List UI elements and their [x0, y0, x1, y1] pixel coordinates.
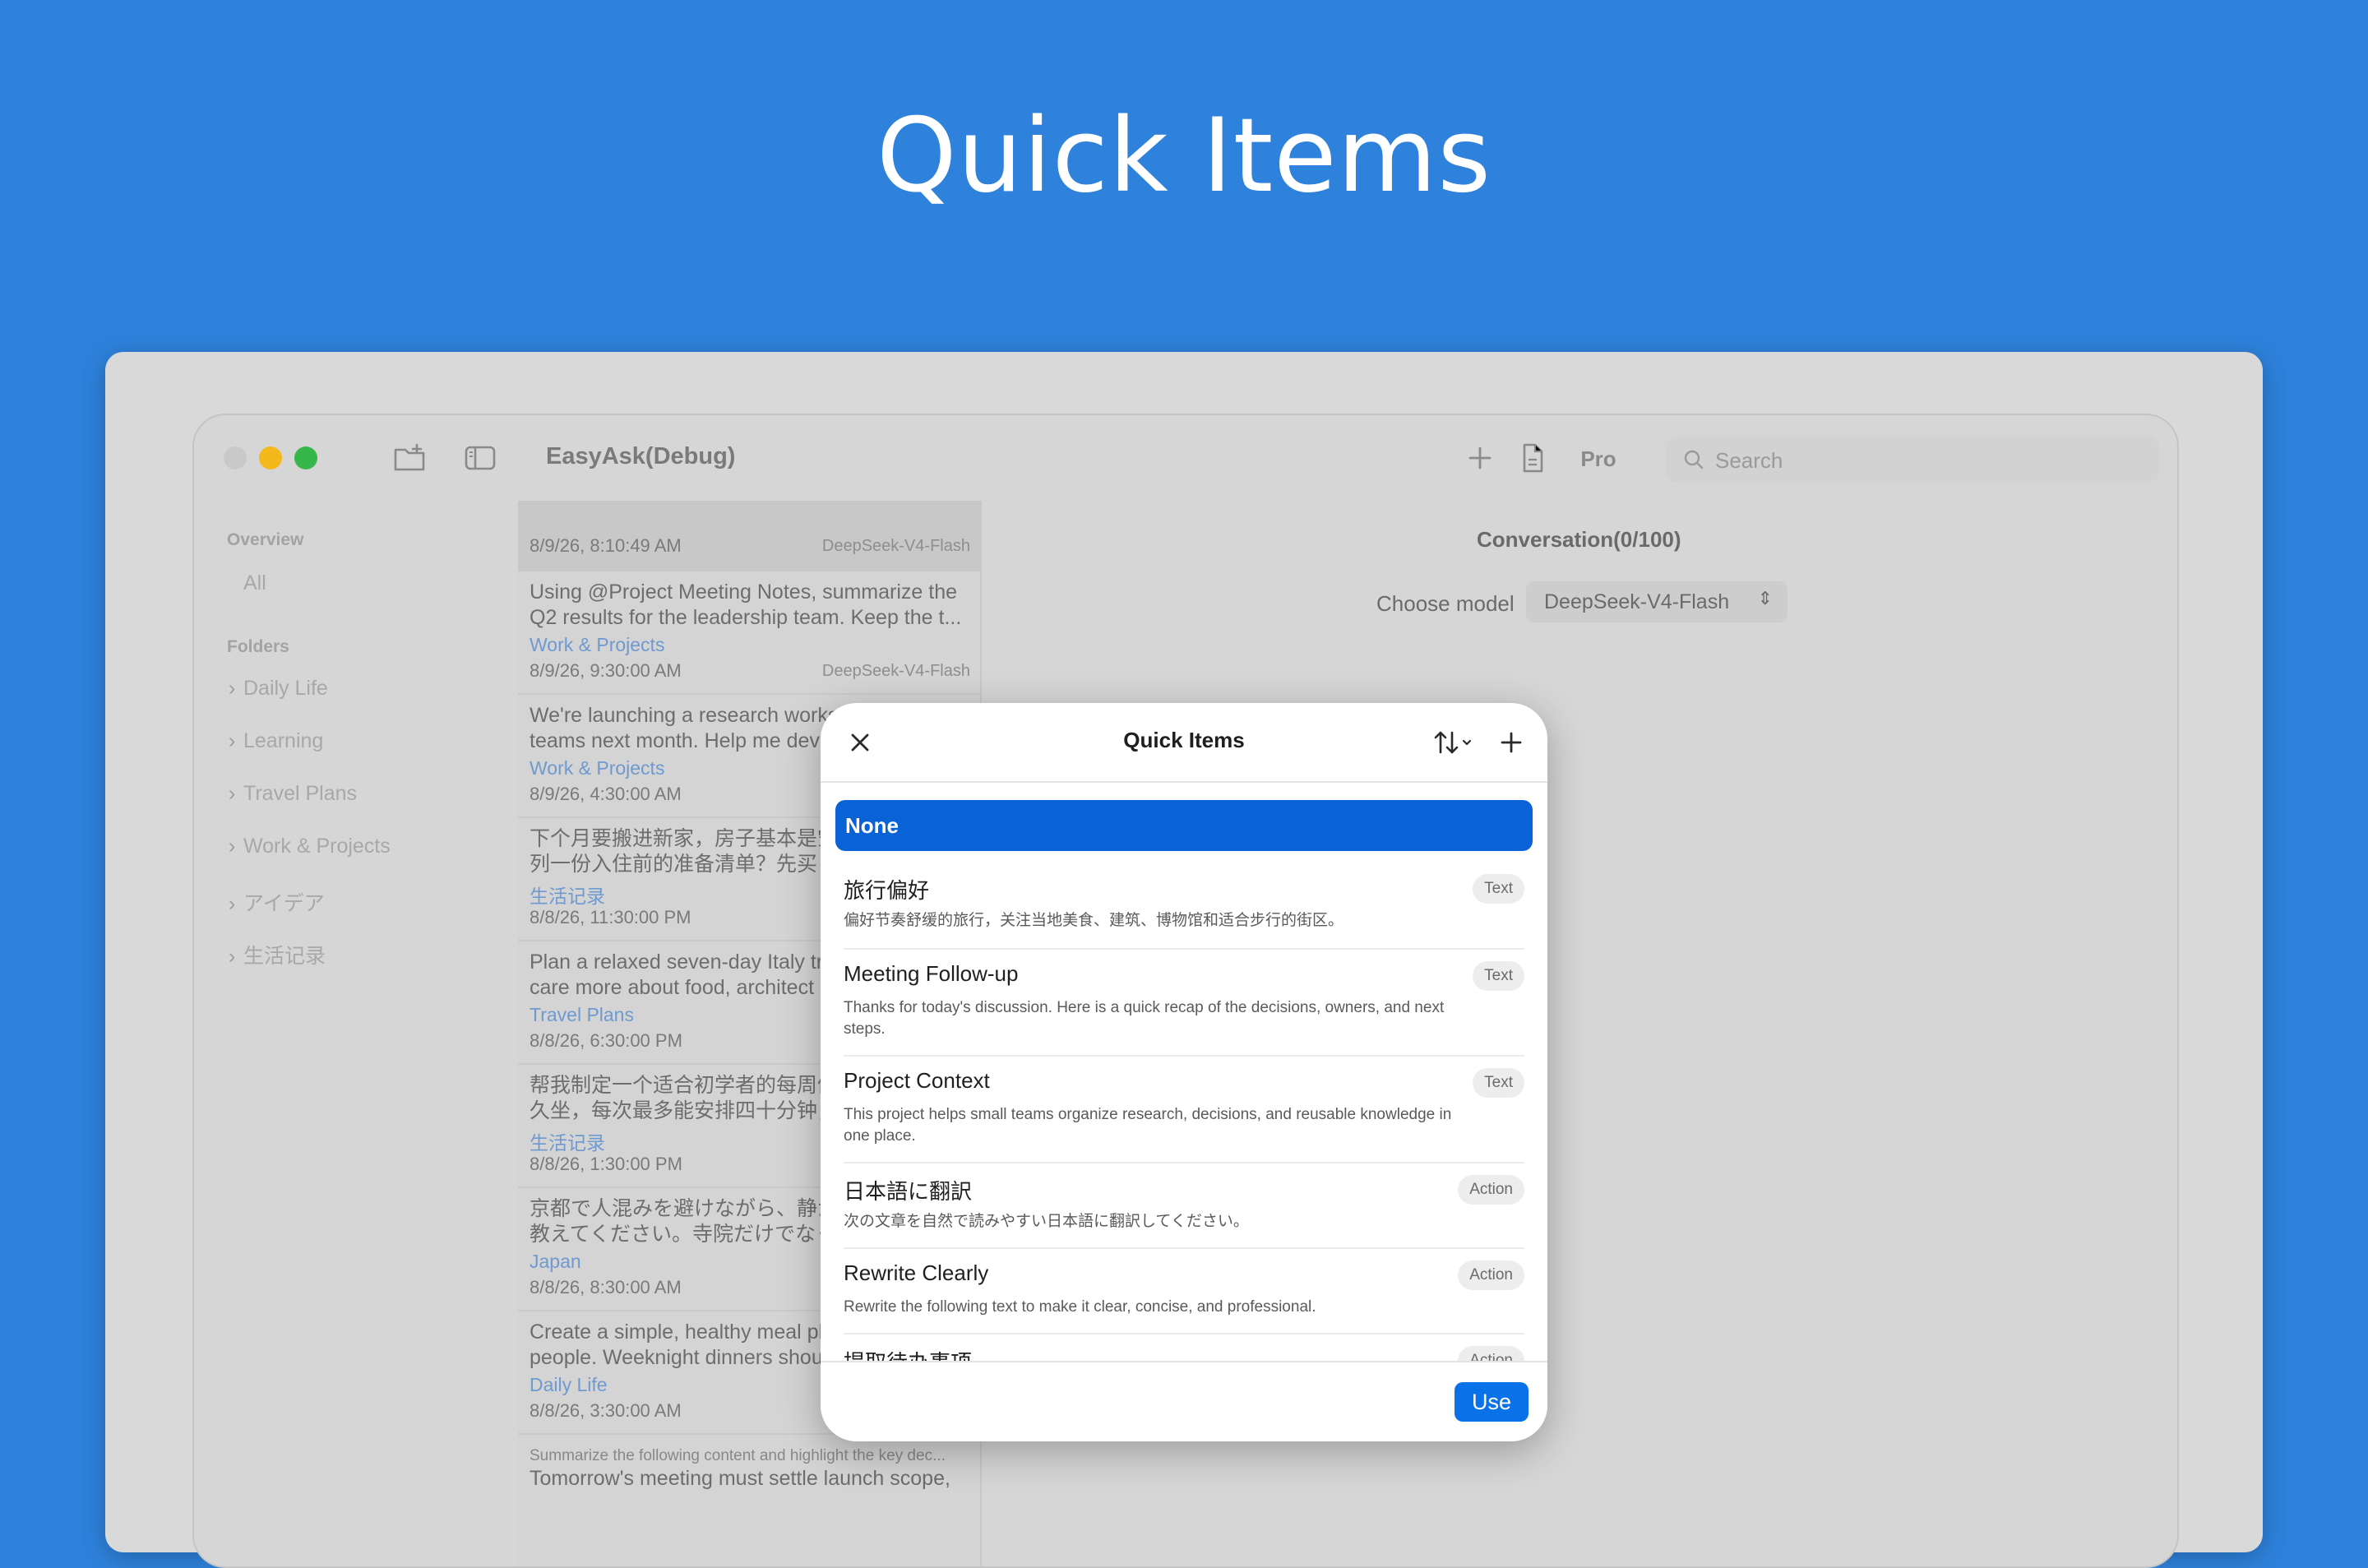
sidebar-folder-life-records[interactable]: › 生活记录: [229, 940, 326, 969]
quick-item-type-badge: Text: [1473, 874, 1524, 904]
zoom-window-button[interactable]: [294, 446, 317, 469]
quick-item-type-badge: Text: [1473, 1068, 1524, 1098]
quick-item-type-badge: Text: [1473, 961, 1524, 991]
quick-item[interactable]: Rewrite Clearly Action Rewrite the follo…: [844, 1249, 1524, 1334]
close-window-button[interactable]: [224, 446, 247, 469]
sidebar-folder-work-projects[interactable]: › Work & Projects: [229, 835, 391, 858]
minimize-window-button[interactable]: [259, 446, 282, 469]
chevron-right-icon: ›: [229, 892, 236, 915]
chevron-right-icon: ›: [229, 782, 236, 805]
dialog-footer: Use: [821, 1361, 1547, 1441]
sidebar-toggle-icon[interactable]: [462, 440, 498, 476]
sidebar-folder-travel-plans[interactable]: › Travel Plans: [229, 782, 357, 806]
quick-item-type-badge: Action: [1458, 1346, 1524, 1361]
folders-section-label: Folders: [227, 637, 289, 656]
sidebar: Overview All Folders › Daily Life › Learni…: [194, 501, 516, 1566]
model-select[interactable]: DeepSeek-V4-Flash ⇕: [1526, 581, 1788, 622]
title-bar: EasyAsk(Debug) Pro Search: [194, 415, 2177, 501]
use-button[interactable]: Use: [1455, 1382, 1529, 1422]
quick-item[interactable]: 旅行偏好 Text 偏好节奏舒缓的旅行，关注当地美食、建筑、博物馆和适合步行的街…: [844, 864, 1524, 950]
chevron-right-icon: ›: [229, 835, 236, 858]
sidebar-item-all[interactable]: All: [243, 571, 266, 595]
chevron-right-icon: ›: [229, 729, 236, 752]
conversation-row[interactable]: 8/9/26, 8:10:49 AM DeepSeek-V4-Flash: [518, 501, 980, 571]
conversation-title: Conversation(0/100): [1477, 527, 1681, 552]
search-field[interactable]: Search: [1666, 437, 2159, 483]
sort-icon[interactable]: [1429, 724, 1475, 761]
choose-model-label: Choose model: [1376, 591, 1515, 616]
model-select-value: DeepSeek-V4-Flash: [1544, 590, 1730, 613]
new-folder-icon[interactable]: [391, 440, 428, 476]
quick-items-dialog: Quick Items None 旅行偏好 Text 偏好节奏舒缓的旅行，关注当…: [821, 703, 1547, 1441]
search-placeholder: Search: [1715, 448, 1783, 473]
quick-item[interactable]: Meeting Follow-up Text Thanks for today'…: [844, 950, 1524, 1057]
sidebar-folder-daily-life[interactable]: › Daily Life: [229, 677, 328, 701]
add-icon[interactable]: [1493, 724, 1529, 761]
quick-item[interactable]: Project Context Text This project helps …: [844, 1057, 1524, 1163]
app-title: EasyAsk(Debug): [546, 443, 736, 469]
quick-item-type-badge: Action: [1458, 1260, 1524, 1290]
quick-item[interactable]: 日本語に翻訳 Action 次の文章を自然で読みやすい日本語に翻訳してください。: [844, 1163, 1524, 1249]
chevron-right-icon: ›: [229, 677, 236, 700]
chevron-right-icon: ›: [229, 945, 236, 968]
sidebar-folder-ideas[interactable]: › アイデア: [229, 887, 325, 917]
conversation-row[interactable]: Using @Project Meeting Notes, summarize …: [518, 570, 980, 695]
up-down-chevron-icon: ⇕: [1757, 588, 1773, 608]
dialog-header: Quick Items: [821, 703, 1547, 783]
overview-section-label: Overview: [227, 530, 304, 549]
search-icon: [1684, 450, 1704, 469]
quick-items-list: 旅行偏好 Text 偏好节奏舒缓的旅行，关注当地美食、建筑、博物馆和适合步行的街…: [821, 782, 1547, 1361]
quick-item[interactable]: 提取待办事项 Action: [844, 1334, 1524, 1361]
conversation-row[interactable]: Summarize the following content and high…: [518, 1433, 980, 1565]
pro-button[interactable]: Pro: [1567, 438, 1630, 479]
new-conversation-icon[interactable]: [1462, 440, 1498, 476]
document-icon[interactable]: [1515, 440, 1551, 476]
quick-item-type-badge: Action: [1458, 1175, 1524, 1205]
sidebar-folder-learning[interactable]: › Learning: [229, 729, 323, 753]
hero-title: Quick Items: [876, 97, 1492, 215]
